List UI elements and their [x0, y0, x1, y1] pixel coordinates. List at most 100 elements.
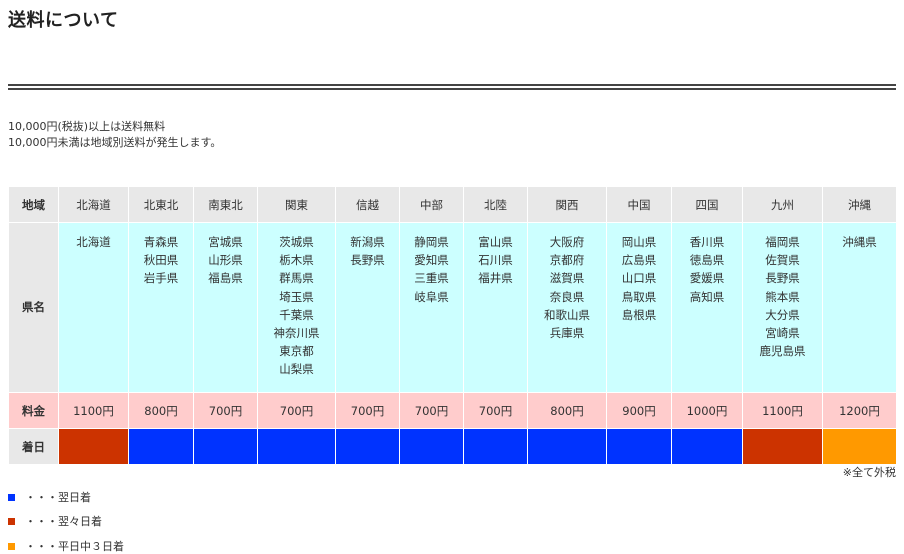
prefecture-name: 福島県 — [208, 271, 243, 286]
price-cell: 700円 — [257, 392, 336, 429]
prefecture-name: 鹿児島県 — [759, 344, 806, 359]
prefecture-name: 愛知県 — [414, 253, 449, 268]
region-name-cell: 北陸 — [463, 186, 528, 223]
arrival-color-cell — [257, 428, 336, 465]
page-title: 送料について — [8, 10, 119, 31]
prefecture-list-cell: 宮城県 山形県 福島県 — [193, 222, 258, 393]
legend-label: ・・・翌日着 — [25, 491, 91, 504]
prefecture-list-cell: 青森県 秋田県 岩手県 — [128, 222, 194, 393]
region-name-cell: 中部 — [399, 186, 464, 223]
prefecture-list-cell: 大阪府 京都府 滋賀県 奈良県 和歌山県 兵庫県 — [527, 222, 607, 393]
free-shipping-note: 10,000円(税抜)以上は送料無料 — [8, 120, 166, 133]
legend-item-two-days: ・・・翌々日着 — [8, 513, 102, 529]
tax-note: ※全て外税 — [842, 466, 896, 479]
prefecture-name: 宮城県 — [208, 235, 243, 249]
prefecture-name: 島根県 — [621, 307, 657, 322]
region-name-cell: 関東 — [257, 186, 336, 223]
price-cell: 1100円 — [742, 392, 823, 429]
prefecture-name: 埼玉県 — [279, 289, 314, 304]
price-cell: 800円 — [527, 392, 607, 429]
prefecture-list-cell: 沖縄県 — [822, 222, 897, 393]
prefecture-name: 茨城県 — [279, 235, 314, 249]
prefecture-name: 東京都 — [279, 344, 314, 359]
prefecture-name: 大分県 — [765, 307, 800, 322]
arrival-color-cell — [399, 428, 464, 465]
price-cell: 1000円 — [671, 392, 743, 429]
prefecture-list-cell: 北海道 — [58, 222, 129, 393]
arrival-color-cell — [335, 428, 400, 465]
prefecture-name: 富山県 — [478, 235, 513, 249]
price-cell: 800円 — [128, 392, 194, 429]
prefecture-name: 新潟県 — [350, 235, 385, 249]
arrival-color-cell — [742, 428, 823, 465]
prefecture-name: 奈良県 — [549, 289, 585, 304]
prefecture-name: 山口県 — [621, 271, 657, 286]
arrival-color-cell — [527, 428, 607, 465]
price-cell: 700円 — [335, 392, 400, 429]
prefecture-name: 福岡県 — [765, 235, 800, 249]
prefecture-name: 和歌山県 — [544, 307, 590, 322]
arrival-color-cell — [606, 428, 672, 465]
intro-text: 10,000円(税抜)以上は送料無料 10,000円未満は地域別送料が発生します… — [8, 119, 221, 151]
prefecture-name: 熊本県 — [765, 289, 800, 304]
prefecture-name: 栃木県 — [279, 253, 314, 268]
arrival-color-cell — [193, 428, 258, 465]
prefecture-name: 滋賀県 — [549, 271, 585, 286]
arrival-color-cell — [822, 428, 897, 465]
prefecture-name: 神奈川県 — [273, 326, 320, 341]
region-name-cell: 信越 — [335, 186, 400, 223]
prefecture-name: 愛媛県 — [689, 271, 725, 286]
arrival-color-cell — [128, 428, 194, 465]
prefecture-list-cell: 福岡県 佐賀県 長野県 熊本県 大分県 宮崎県 鹿児島県 — [742, 222, 823, 393]
prefecture-name: 香川県 — [689, 235, 725, 249]
prefecture-name: 沖縄県 — [842, 235, 877, 249]
divider — [8, 88, 896, 90]
price-cell: 1100円 — [58, 392, 129, 429]
arrival-color-cell — [671, 428, 743, 465]
arrival-color-cell — [463, 428, 528, 465]
arrival-color-cell — [58, 428, 129, 465]
prefecture-name: 北海道 — [76, 235, 111, 249]
legend-label: ・・・翌々日着 — [25, 515, 102, 528]
legend-swatch — [8, 542, 15, 550]
region-name-cell: 北海道 — [58, 186, 129, 223]
prefecture-name: 徳島県 — [689, 253, 725, 268]
price-cell: 700円 — [193, 392, 258, 429]
region-name-cell: 中国 — [606, 186, 672, 223]
prefecture-name: 兵庫県 — [549, 326, 585, 341]
prefecture-name: 岡山県 — [621, 235, 657, 249]
prefecture-list-cell: 新潟県 長野県 — [335, 222, 400, 393]
prefecture-name: 長野県 — [350, 253, 385, 268]
prefecture-row: 県名 北海道 青森県 秋田県 岩手県 宮城県 山形県 福島県 茨城県 栃木県 群馬県 埼玉県 千葉県神… — [8, 222, 897, 393]
shipping-table: 地域 北海道 北東北 南東北 関東 信越 中部 北陸 関西 中国 四国 九州 沖縄 県名 北海道 青森県… — [8, 186, 897, 465]
prefecture-name: 宮崎県 — [765, 326, 800, 341]
legend-label: ・・・平日中３日着 — [25, 540, 124, 553]
prefecture-list-cell: 茨城県 栃木県 群馬県 埼玉県 千葉県 神奈川県 東京都 山梨県 — [257, 222, 336, 393]
divider — [8, 84, 896, 86]
region-name-cell: 九州 — [742, 186, 823, 223]
legend-item-next-day: ・・・翌日着 — [8, 489, 91, 505]
prefecture-name: 山梨県 — [279, 362, 314, 377]
legend-item-three-weekdays: ・・・平日中３日着 — [8, 538, 124, 554]
prefecture-name: 静岡県 — [414, 235, 449, 249]
prefecture-name: 三重県 — [414, 271, 449, 286]
row-label-price: 料金 — [8, 392, 59, 429]
regional-shipping-note: 10,000円未満は地域別送料が発生します。 — [8, 136, 222, 149]
region-name-cell: 関西 — [527, 186, 607, 223]
arrival-row: 着日 — [8, 428, 897, 465]
price-cell: 700円 — [399, 392, 464, 429]
row-label-arrival: 着日 — [8, 428, 59, 465]
prefecture-name: 岐阜県 — [414, 289, 449, 304]
region-name-cell: 北東北 — [128, 186, 194, 223]
legend-swatch — [8, 517, 15, 525]
prefecture-name: 広島県 — [621, 253, 657, 268]
region-name-cell: 四国 — [671, 186, 743, 223]
row-label-region: 地域 — [8, 186, 59, 223]
prefecture-name: 石川県 — [478, 253, 513, 268]
prefecture-list-cell: 岡山県 広島県 山口県 鳥取県 島根県 — [606, 222, 672, 393]
prefecture-name: 青森県 — [143, 235, 179, 249]
prefecture-list-cell: 静岡県愛知県三重県岐阜県 — [399, 222, 464, 393]
prefecture-name: 千葉県 — [279, 307, 314, 322]
region-name-cell: 沖縄 — [822, 186, 897, 223]
prefecture-list-cell: 香川県 徳島県 愛媛県 高知県 — [671, 222, 743, 393]
